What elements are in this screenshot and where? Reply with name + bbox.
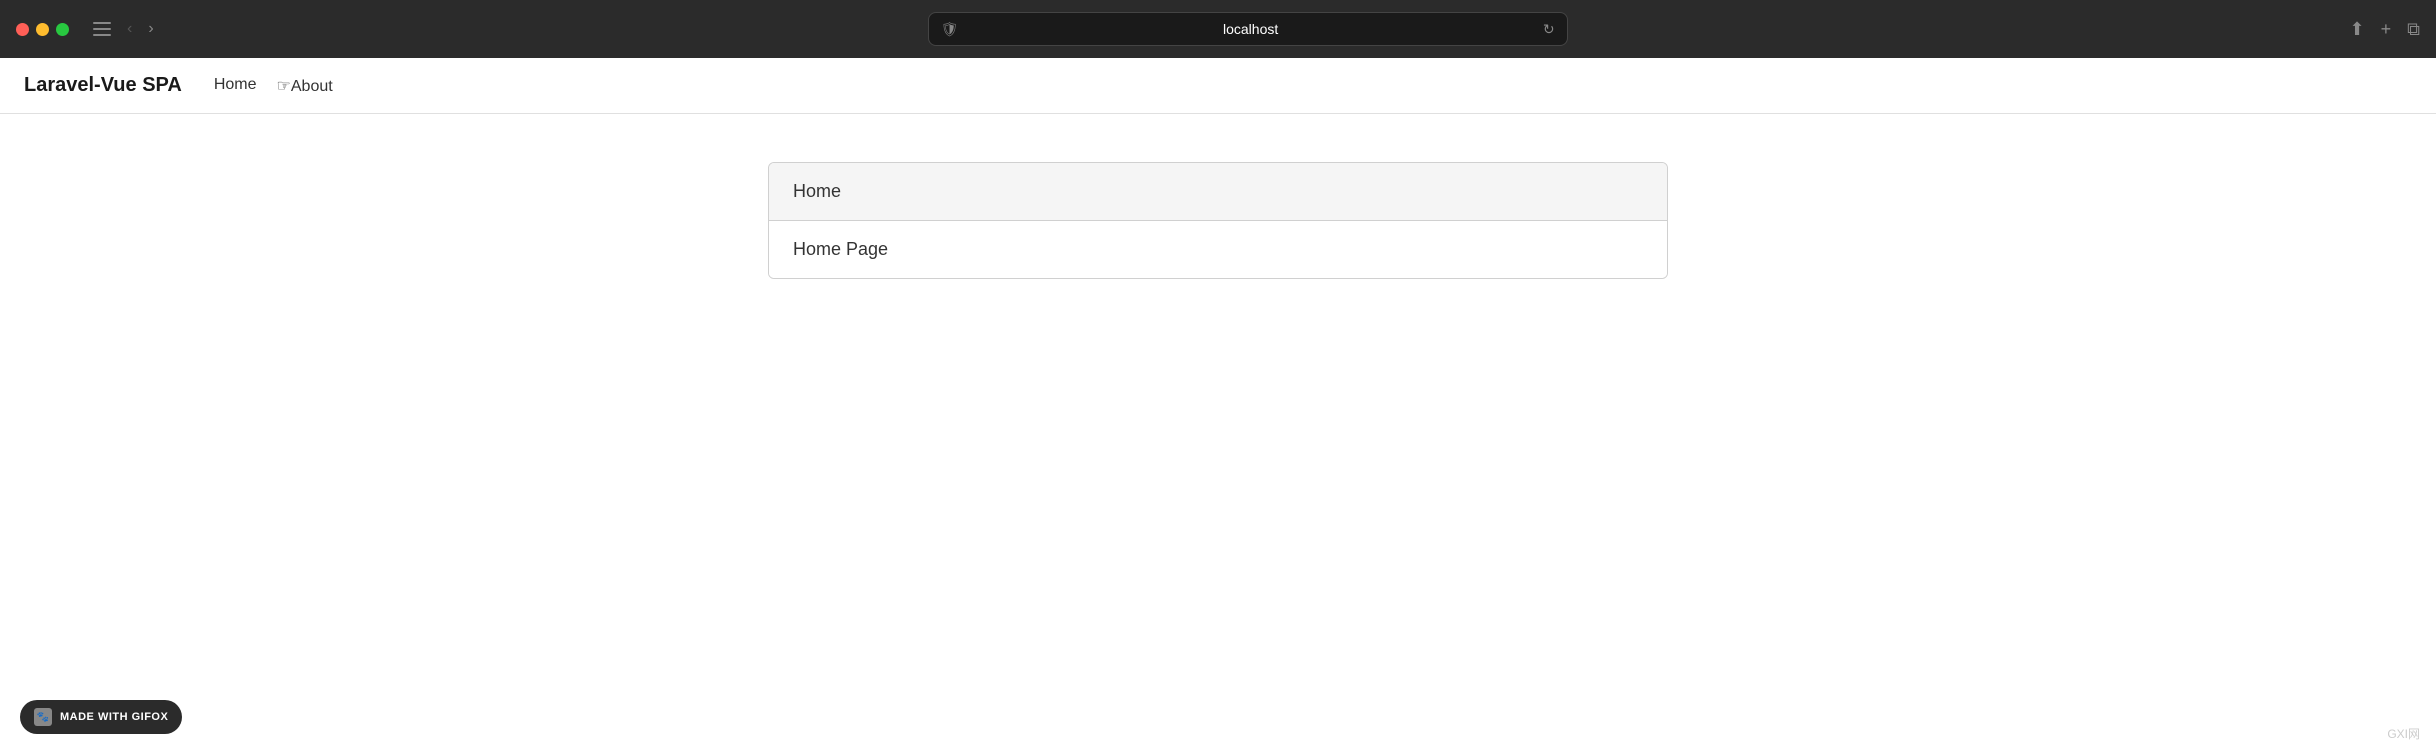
gifox-label: MADE WITH GIFOX [60,711,168,723]
share-button[interactable]: ⬆ [2350,19,2365,40]
forward-button[interactable]: › [144,16,157,42]
main-content: Home Home Page [0,114,2436,327]
shield-icon: 🛡 [941,21,959,38]
watermark: GXI网 [2387,725,2420,742]
new-tab-button[interactable]: + [2381,19,2392,40]
app-title: Laravel-Vue SPA [24,74,182,97]
card-header: Home [769,163,1667,221]
hand-cursor-icon: ☞ [277,76,291,96]
minimize-button[interactable] [36,23,49,36]
nav-about-link[interactable]: ☞About [281,76,333,96]
app-nav: Laravel-Vue SPA Home ☞About [0,58,2436,114]
address-bar[interactable]: 🛡 localhost ↻ [928,12,1568,46]
tab-overview-button[interactable]: ⧉ [2407,19,2420,40]
back-button[interactable]: ‹ [123,16,136,42]
sidebar-toggle-icon[interactable] [93,22,111,36]
nav-home-link[interactable]: Home [214,76,257,96]
fullscreen-button[interactable] [56,23,69,36]
home-card: Home Home Page [768,162,1668,279]
nav-links: Home ☞About [214,76,333,96]
browser-nav-arrows: ‹ › [123,16,158,42]
watermark-text: GXI网 [2387,725,2420,742]
address-text: localhost [966,21,1534,37]
close-button[interactable] [16,23,29,36]
reload-button[interactable]: ↻ [1543,21,1555,38]
gifox-icon: 🐾 [34,708,52,726]
traffic-lights [16,23,69,36]
browser-chrome: ‹ › 🛡 localhost ↻ ⬆ + ⧉ [0,0,2436,58]
card-body: Home Page [769,221,1667,278]
browser-actions: ⬆ + ⧉ [2350,19,2420,40]
address-bar-container: 🛡 localhost ↻ [170,12,2326,46]
gifox-badge: 🐾 MADE WITH GIFOX [20,700,182,734]
